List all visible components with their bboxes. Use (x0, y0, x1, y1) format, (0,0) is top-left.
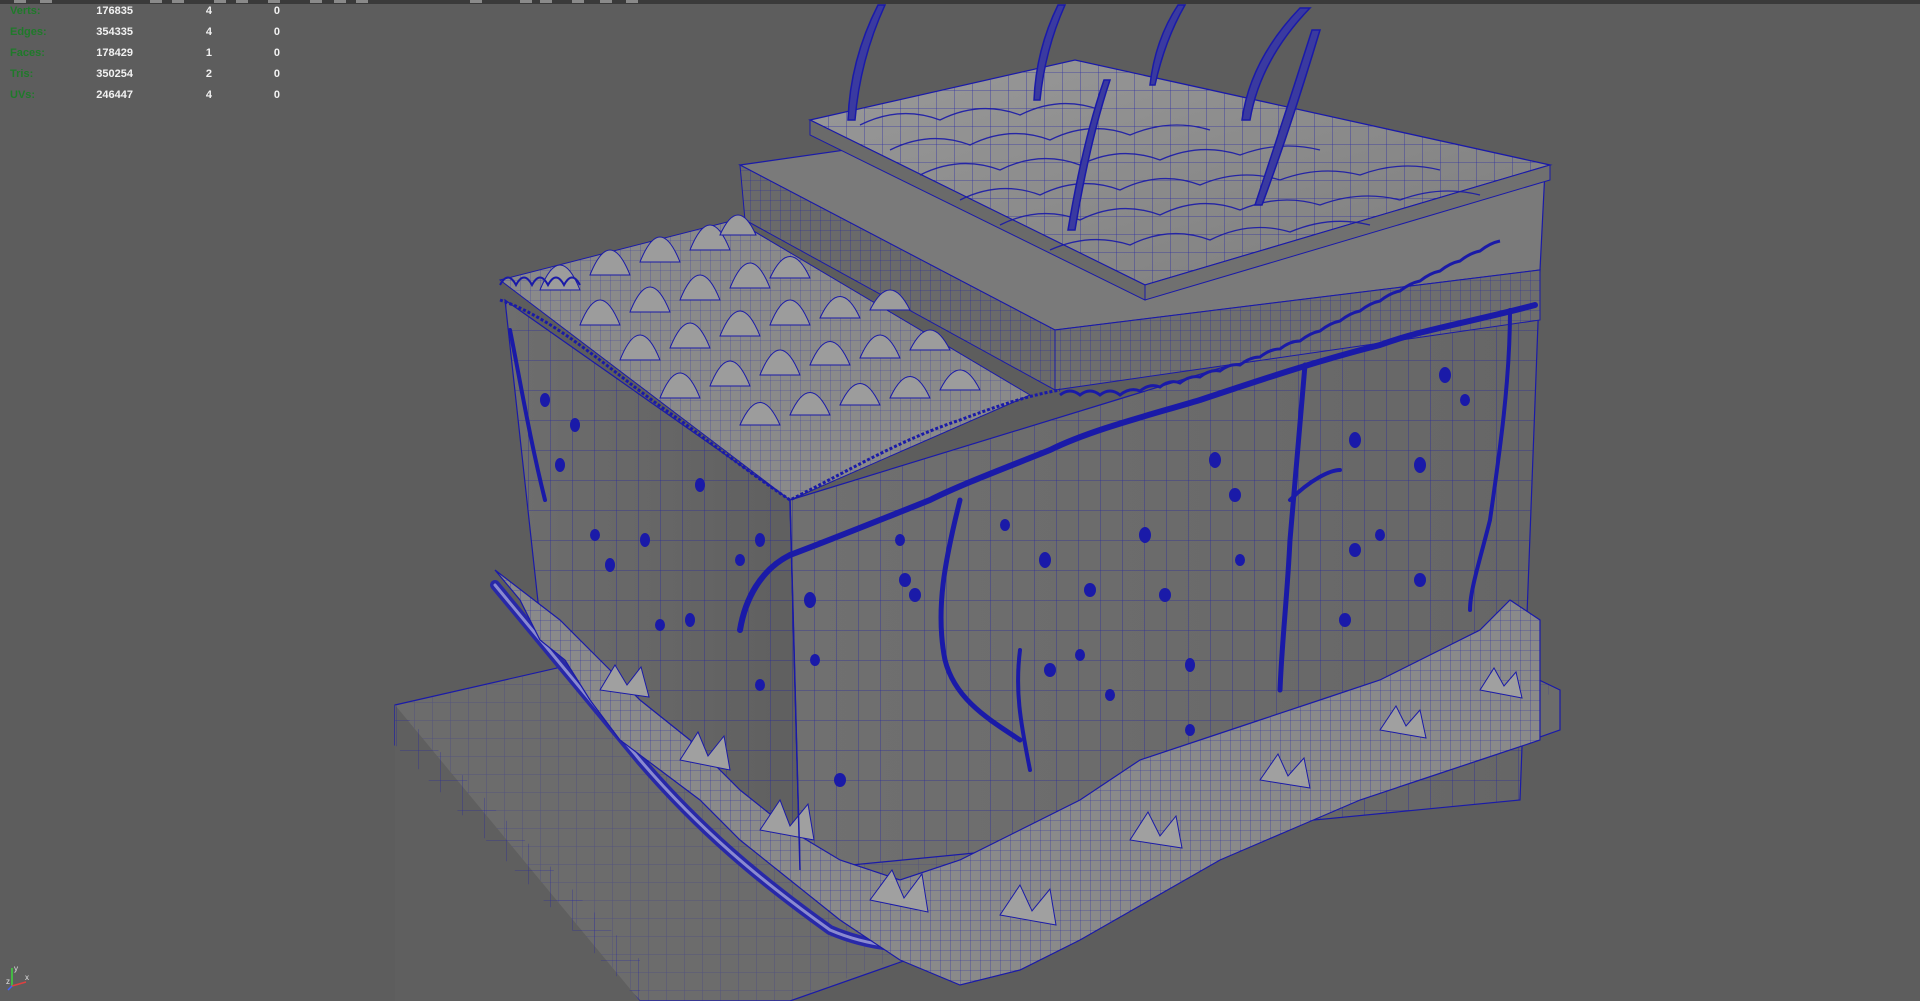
axis-gizmo-icon: y x z (6, 964, 29, 991)
hud-value: 0 (273, 5, 280, 17)
poly-count-hud: Verts: 176835 4 0 Edges: 354335 4 0 Face… (10, 5, 280, 110)
axis-y-label: y (14, 964, 18, 973)
hud-value: 4 (205, 26, 212, 38)
hud-value: 350254 (96, 68, 133, 80)
hud-value: 176835 (96, 5, 133, 17)
hud-value: 0 (273, 89, 280, 101)
hud-value: 354335 (96, 26, 133, 38)
skin-cross-section-model[interactable] (0, 0, 1920, 1001)
hud-value: 246447 (96, 89, 133, 101)
hud-value: 0 (273, 47, 280, 59)
hud-row-tris: Tris: 350254 2 0 (10, 68, 280, 89)
hud-row-faces: Faces: 178429 1 0 (10, 47, 280, 68)
hud-value: 0 (273, 68, 280, 80)
axis-x-label: x (25, 973, 29, 982)
hud-value: 178429 (96, 47, 133, 59)
hud-row-verts: Verts: 176835 4 0 (10, 5, 280, 26)
hud-row-edges: Edges: 354335 4 0 (10, 26, 280, 47)
hud-value: 1 (205, 47, 212, 59)
hud-value: 2 (205, 68, 212, 80)
hud-row-uvs: UVs: 246447 4 0 (10, 89, 280, 110)
hud-value: 4 (205, 5, 212, 17)
hud-value: 4 (205, 89, 212, 101)
axis-z-label: z (6, 977, 10, 986)
3d-viewport[interactable]: Verts: 176835 4 0 Edges: 354335 4 0 Face… (0, 0, 1920, 1001)
hud-value: 0 (273, 26, 280, 38)
